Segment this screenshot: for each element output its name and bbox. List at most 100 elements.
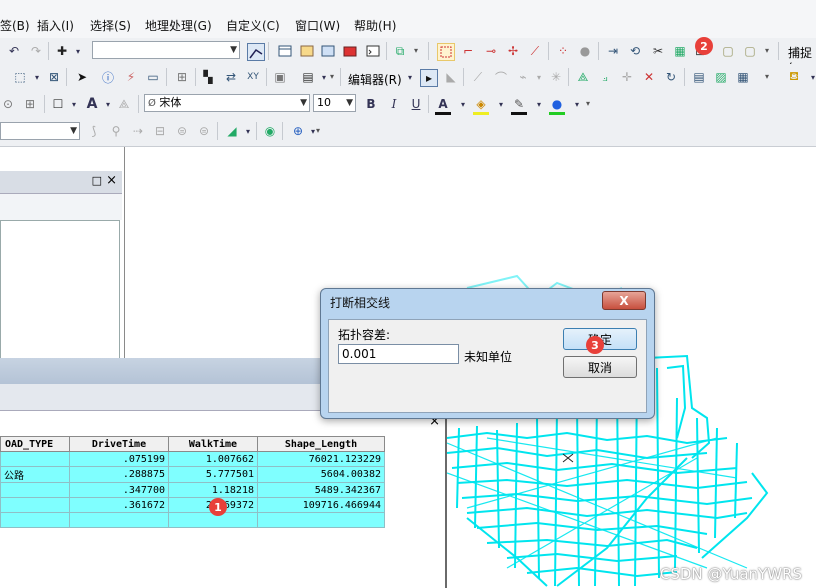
table-cell[interactable]	[0, 482, 70, 498]
menu-customize[interactable]: 自定义(C)	[226, 17, 280, 34]
table-cell[interactable]: 5.777501	[168, 466, 258, 483]
table-cell[interactable]: 5489.342367	[257, 482, 385, 498]
endpoint-arc-icon[interactable]: ⌒	[493, 69, 509, 85]
trace-icon[interactable]: ⌁	[515, 69, 531, 85]
html-popup-icon[interactable]: ▭	[145, 69, 161, 85]
table-cell[interactable]: .347700	[69, 482, 169, 498]
column-header-road-type[interactable]: OAD_TYPE	[0, 436, 70, 452]
bold-button[interactable]: B	[363, 96, 379, 112]
column-header-walktime[interactable]: WalkTime	[168, 436, 258, 452]
table-row[interactable]: .347700 1.18218 5489.342367	[0, 482, 385, 498]
toolbar-grip-icon[interactable]: ▾	[765, 46, 769, 55]
menu-windows[interactable]: 窗口(W)	[295, 17, 340, 34]
select-elements-icon[interactable]: ➤	[74, 69, 90, 85]
tolerance-input[interactable]	[338, 344, 459, 364]
add-basemap-icon[interactable]: ⊕	[290, 123, 306, 139]
attributes-icon[interactable]: ▤	[691, 69, 707, 85]
time-slider-icon[interactable]: ▣	[272, 69, 288, 85]
font-name-combo[interactable]: Ø 宋体 ▼	[144, 94, 310, 112]
editor-menu[interactable]: 编辑器(R)	[348, 71, 402, 88]
create-viewer-icon[interactable]: ▤	[300, 69, 316, 85]
close-icon[interactable]: ×	[106, 173, 117, 188]
split-polygons-icon[interactable]: ✂	[650, 43, 666, 59]
show-shared-features-icon[interactable]: ✢	[505, 43, 521, 59]
menu-insert[interactable]: 插入(I)	[37, 17, 74, 34]
redo-icon[interactable]: ↷	[28, 43, 44, 59]
table-cell[interactable]: 109716.466944	[257, 497, 385, 513]
cancel-button[interactable]: 取消	[563, 356, 637, 378]
column-header-shape-length[interactable]: Shape_Length	[257, 436, 385, 452]
generalize-icon[interactable]: ▢	[720, 43, 736, 59]
validate-topology-icon[interactable]: ⁘	[555, 43, 571, 59]
editor-toolbar-icon[interactable]	[247, 43, 265, 61]
dropdown-icon[interactable]: ▾	[455, 96, 471, 112]
dialog-close-button[interactable]: X	[602, 291, 646, 310]
underline-button[interactable]: U	[408, 96, 424, 112]
edit-vertices-draw-icon[interactable]: ⟁	[116, 96, 132, 112]
network-window-icon[interactable]: ⊜	[196, 123, 212, 139]
table-cell[interactable]: 1.18218	[168, 482, 258, 498]
rotate-icon[interactable]: ↻	[663, 69, 679, 85]
font-color-icon[interactable]: A	[435, 96, 451, 115]
pan-icon[interactable]: ⊞	[22, 96, 38, 112]
toolbar-grip-icon[interactable]: ▾	[586, 99, 590, 108]
network-layer-combo[interactable]: ▼	[0, 122, 80, 140]
table-cell[interactable]	[0, 451, 70, 467]
table-cell[interactable]: 76021.123229	[257, 451, 385, 467]
dropdown-icon[interactable]: ▾	[805, 69, 816, 85]
planarize-icon[interactable]: ⇥	[605, 43, 621, 59]
dropdown-icon[interactable]: ▾	[493, 96, 509, 112]
point-icon[interactable]: ✳	[548, 69, 564, 85]
globe-icon[interactable]: ◉	[262, 123, 278, 139]
menu-geoprocessing[interactable]: 地理处理(G)	[145, 17, 212, 34]
table-icon[interactable]	[277, 43, 293, 59]
fill-color-icon[interactable]: ◈	[473, 96, 489, 115]
table-row[interactable]	[0, 512, 385, 528]
build-polygons-icon[interactable]: ▦	[672, 43, 688, 59]
arctoolbox-icon[interactable]	[342, 43, 358, 59]
table-cell[interactable]	[69, 512, 169, 528]
table-cell[interactable]: .288875	[69, 466, 169, 483]
table-cell[interactable]: 公路	[0, 466, 70, 483]
undo-icon[interactable]: ↶	[6, 43, 22, 59]
map-topology-icon[interactable]: ⊸	[483, 43, 499, 59]
python-window-icon[interactable]	[365, 43, 381, 59]
model-builder-icon[interactable]: ⧉	[392, 43, 408, 59]
dropdown-icon[interactable]: ▾	[569, 96, 585, 112]
toolbar-grip-icon[interactable]: ▾	[765, 72, 769, 81]
edit-vertices-icon[interactable]: ⟁	[575, 69, 591, 85]
toolbar-grip-icon[interactable]: ▾	[414, 46, 418, 55]
toc-list[interactable]	[0, 220, 120, 359]
network-analyst-icon[interactable]: ⟆	[86, 123, 102, 139]
add-data-dropdown-icon[interactable]: ▾	[70, 43, 86, 59]
straight-segment-icon[interactable]: ⟋	[470, 69, 486, 85]
panel-divider[interactable]	[124, 147, 125, 359]
menu-selection[interactable]: 选择(S)	[90, 17, 131, 34]
measure-icon[interactable]: ⊞	[174, 69, 190, 85]
select-features-icon[interactable]: ⬚	[12, 69, 28, 85]
create-network-location-icon[interactable]: ⚲	[108, 123, 124, 139]
sketch-properties-icon[interactable]: ▨	[713, 69, 729, 85]
dropdown-icon[interactable]: ▾	[29, 69, 45, 85]
dropdown-icon[interactable]: ▾	[240, 123, 256, 139]
table-cell[interactable]: .361672	[69, 497, 169, 513]
edit-tool-icon[interactable]: ▸	[420, 69, 438, 87]
map-scale-combo[interactable]: ▼	[92, 41, 240, 59]
catalog-icon[interactable]	[299, 43, 315, 59]
column-header-drivetime[interactable]: DriveTime	[69, 436, 169, 452]
topology-edit-icon[interactable]: ⌐	[460, 43, 476, 59]
italic-button[interactable]: I	[386, 96, 402, 112]
error-inspector-icon[interactable]: ●	[577, 43, 593, 59]
edit-annotation-icon[interactable]: ◣	[443, 69, 459, 85]
hyperlink-icon[interactable]: ⚡	[123, 69, 139, 85]
dropdown-icon[interactable]: ▾	[531, 69, 547, 85]
align-edge-icon[interactable]: ⟋	[527, 43, 543, 59]
table-cell[interactable]	[257, 512, 385, 528]
find-icon[interactable]: ▚	[200, 69, 216, 85]
dropdown-icon[interactable]: ▾	[100, 96, 116, 112]
toolbar-grip-icon[interactable]: ▾	[316, 126, 320, 135]
search-window-icon[interactable]	[320, 43, 336, 59]
go-to-xy-icon[interactable]: XY	[245, 69, 261, 85]
line-color-icon[interactable]: ✎	[511, 96, 527, 115]
split-tool-icon[interactable]: ✕	[641, 69, 657, 85]
